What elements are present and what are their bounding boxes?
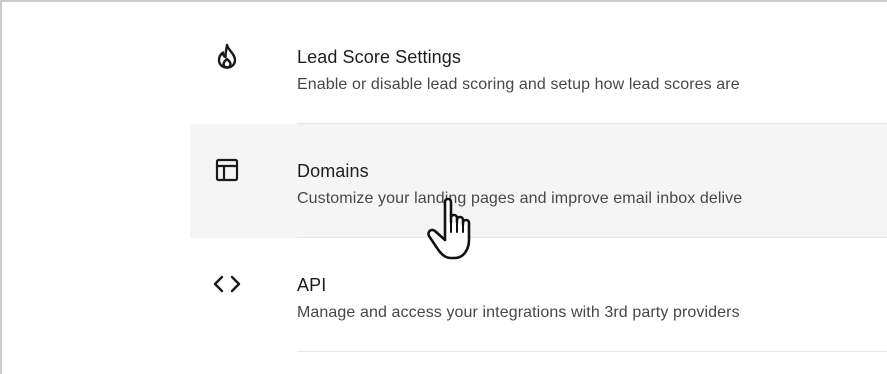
settings-item-description: Enable or disable lead scoring and setup… bbox=[297, 76, 740, 93]
settings-item-title: Lead Score Settings bbox=[297, 47, 462, 67]
layout-icon bbox=[212, 155, 242, 185]
settings-item-description: Customize your landing pages and improve… bbox=[297, 190, 743, 207]
settings-item-description: Manage and access your integrations with… bbox=[297, 304, 740, 321]
settings-item-lead-score[interactable]: Lead Score Settings Enable or disable le… bbox=[190, 10, 887, 124]
settings-item-title: API bbox=[297, 275, 327, 295]
settings-item-title: Domains bbox=[297, 161, 369, 181]
code-icon bbox=[212, 269, 242, 299]
settings-item-api[interactable]: API Manage and access your integrations … bbox=[190, 238, 887, 352]
flame-icon bbox=[212, 41, 242, 71]
settings-item-domains[interactable]: Domains Customize your landing pages and… bbox=[190, 124, 887, 238]
row-divider bbox=[297, 351, 887, 352]
